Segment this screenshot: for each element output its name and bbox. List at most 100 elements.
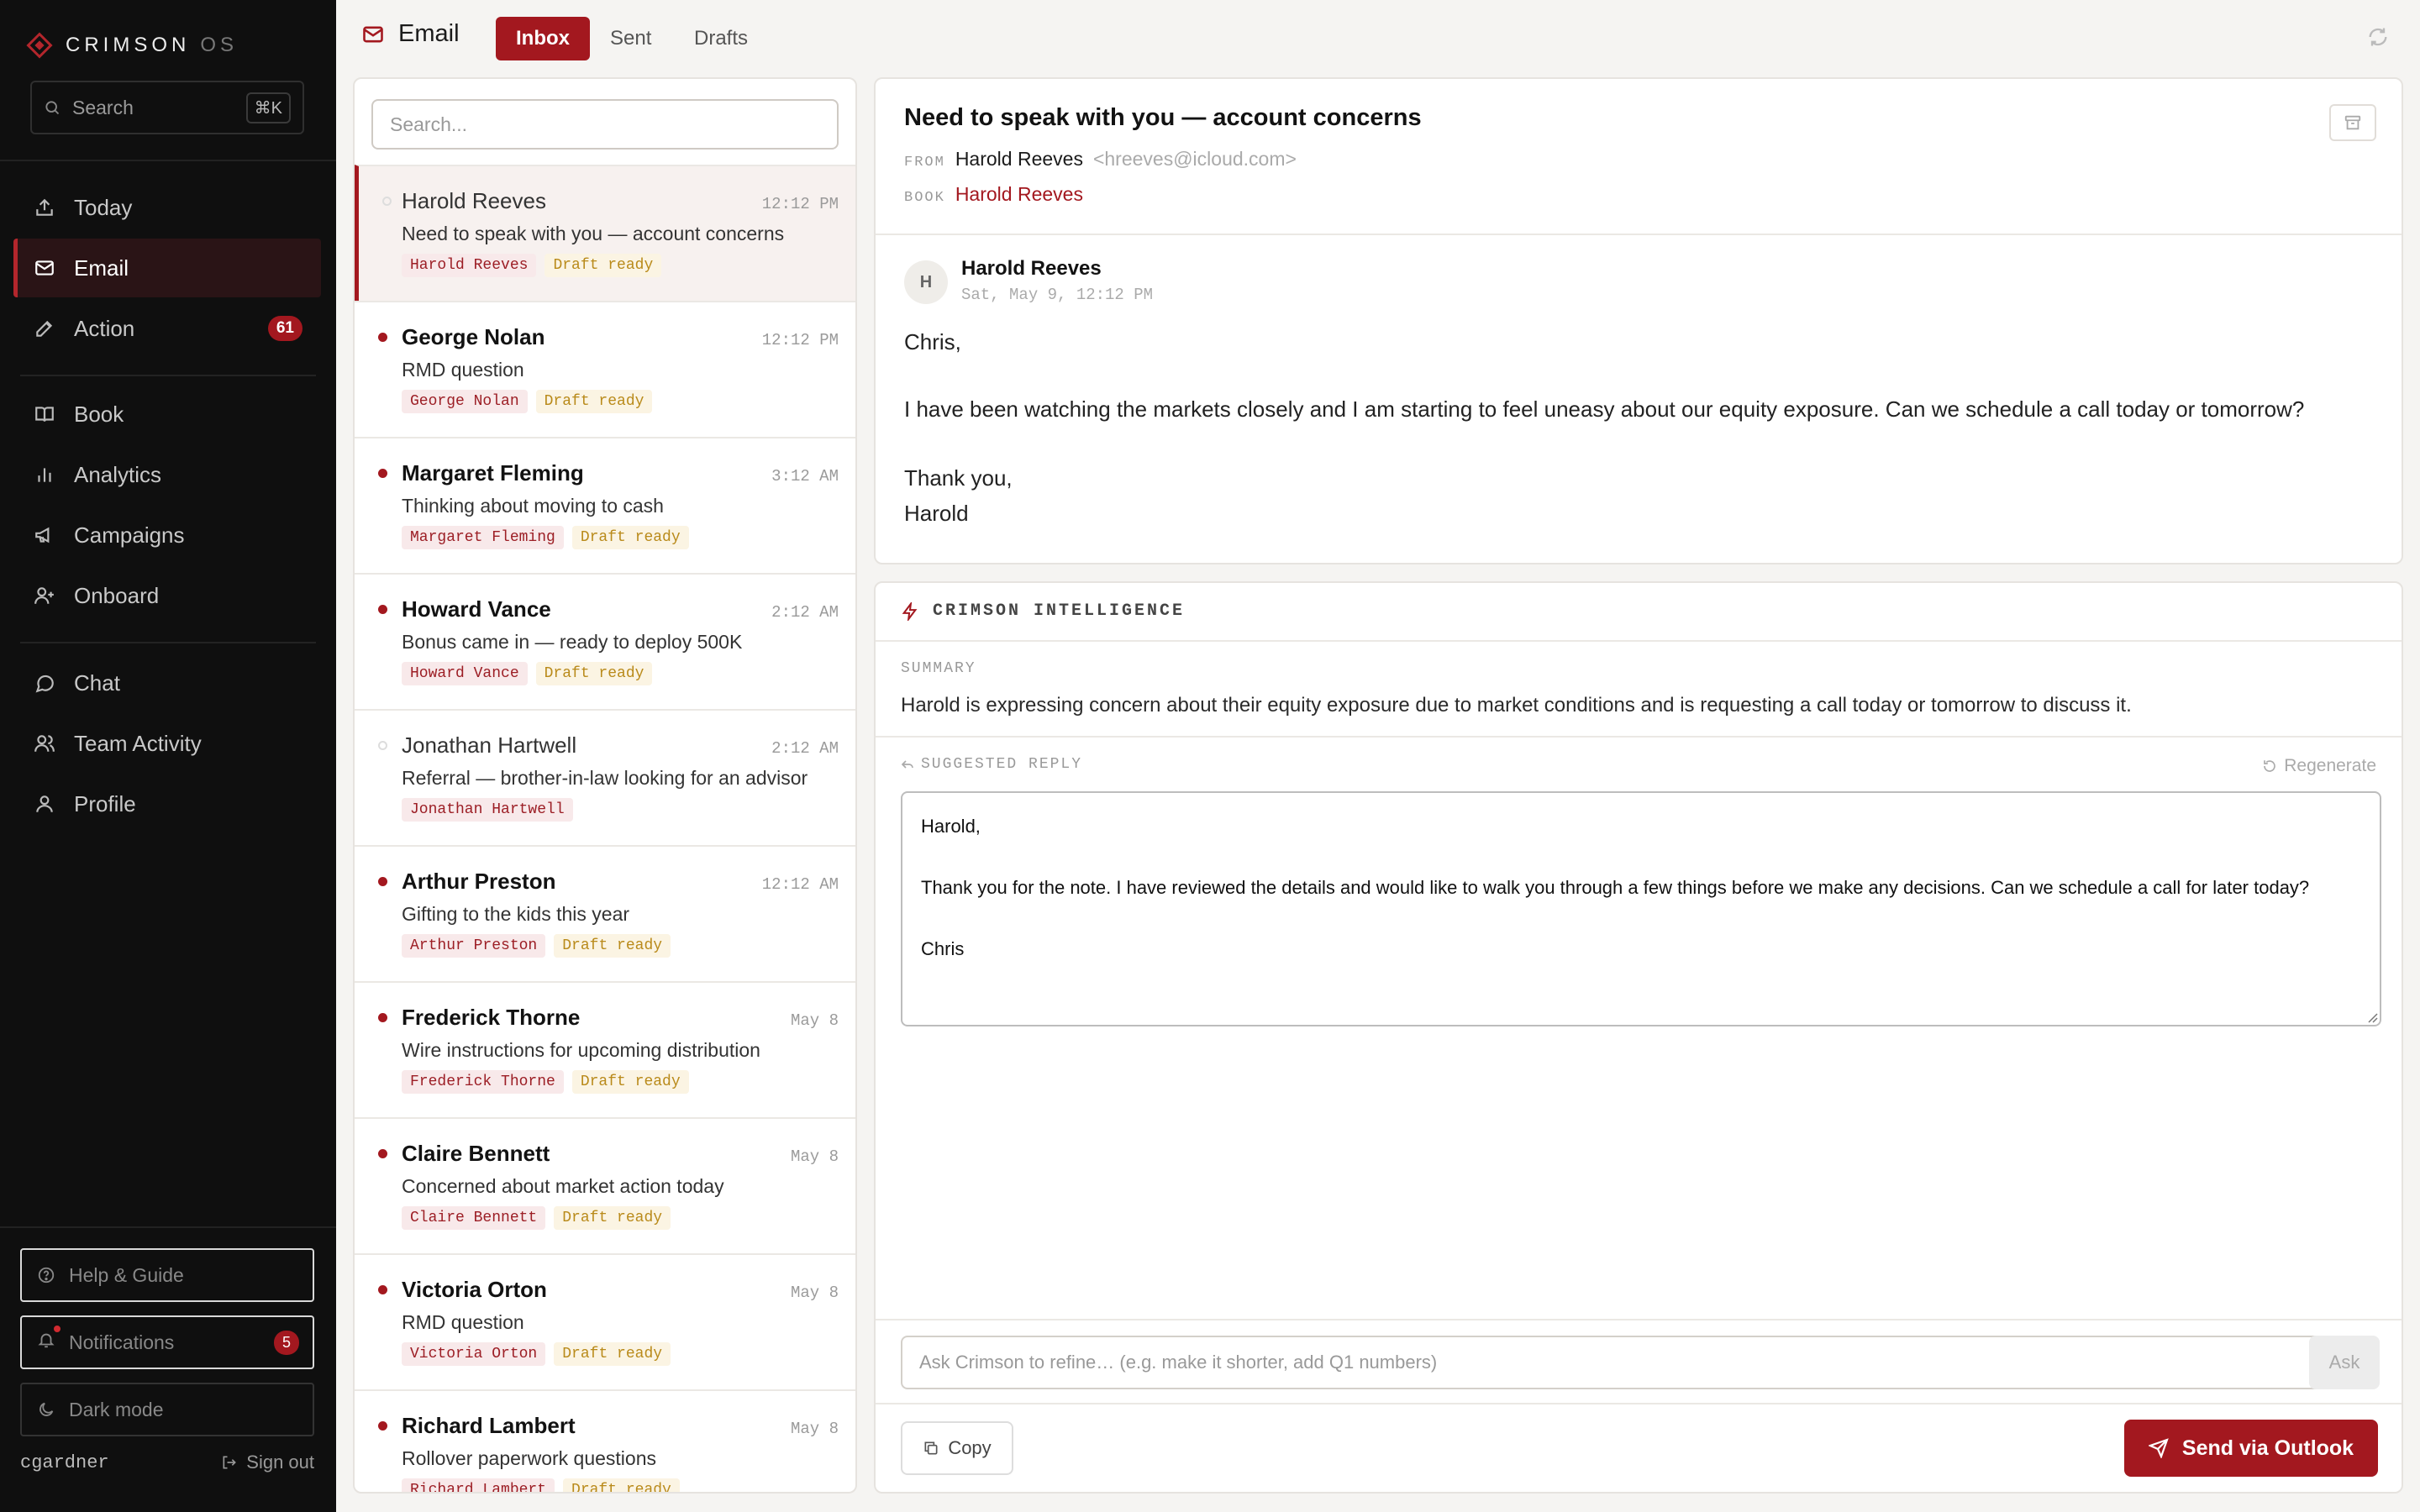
regenerate-button[interactable]: Regenerate — [2262, 756, 2376, 776]
pencil-icon — [36, 320, 53, 337]
tab-sent[interactable]: Sent — [590, 17, 671, 60]
email-sender: Harold Reeves — [402, 188, 546, 213]
username: cgardner — [20, 1452, 109, 1473]
from-label: FROM — [904, 155, 945, 171]
sidebar-item-book[interactable]: Book — [13, 385, 321, 444]
email-list-item[interactable]: Arthur Preston 12:12 AM Gifting to the kid… — [355, 845, 855, 981]
help-guide-label: Help & Guide — [69, 1263, 184, 1286]
sidebar-search[interactable]: Search ⌘K — [30, 81, 304, 134]
send-via-outlook-button[interactable]: Send via Outlook — [2124, 1420, 2378, 1477]
megaphone-icon — [35, 527, 50, 543]
page-title: Email — [361, 20, 460, 48]
client-tag: Victoria Orton — [402, 1342, 546, 1366]
sidebar-item-today[interactable]: Today — [13, 178, 321, 237]
sidebar-item-profile[interactable]: Profile — [13, 774, 321, 833]
divider — [20, 642, 316, 643]
email-tags: Claire Bennett Draft ready — [402, 1206, 839, 1230]
email-tags: Frederick Thorne Draft ready — [402, 1070, 839, 1094]
book-label: BOOK — [904, 190, 945, 206]
rotate-icon — [2264, 760, 2276, 772]
notifications-button[interactable]: Notifications 5 — [20, 1315, 314, 1369]
sidebar-item-label: Campaigns — [74, 522, 185, 548]
suggested-reply-textarea[interactable]: Harold, Thank you for the note. I have r… — [901, 791, 2381, 1026]
email-subject: RMD question — [402, 359, 524, 381]
sidebar-search-placeholder: Search — [72, 96, 134, 118]
client-tag: Richard Lambert — [402, 1478, 555, 1492]
ask-button[interactable]: Ask — [2309, 1336, 2380, 1389]
sidebar-item-team-activity[interactable]: Team Activity — [13, 714, 321, 773]
email-list-item[interactable]: Margaret Fleming 3:12 AM Thinking about mo… — [355, 437, 855, 573]
draft-ready-tag: Draft ready — [544, 254, 662, 277]
email-time: 2:12 AM — [771, 603, 839, 622]
tab-inbox[interactable]: Inbox — [496, 17, 590, 60]
book-client-link[interactable]: Harold Reeves — [955, 183, 1083, 206]
archive-button[interactable] — [2329, 104, 2376, 141]
draft-ready-tag: Draft ready — [554, 1342, 671, 1366]
unread-dot — [378, 1149, 387, 1158]
email-list-item[interactable]: Victoria Orton May 8 RMD question Victoria … — [355, 1253, 855, 1389]
email-tags: George Nolan Draft ready — [402, 390, 839, 413]
divider — [876, 640, 2402, 642]
top-bar: Email Inbox Sent Drafts — [336, 0, 2420, 76]
ask-crimson-input[interactable]: Ask Crimson to refine… (e.g. make it sho… — [901, 1336, 2333, 1389]
diamond-logo-icon — [26, 32, 53, 59]
mail-icon — [35, 260, 54, 276]
divider — [0, 1226, 336, 1228]
from-email: <hreeves@icloud.com> — [1092, 148, 1297, 170]
unread-dot — [378, 605, 387, 614]
sidebar-item-campaigns[interactable]: Campaigns — [13, 506, 321, 564]
bell-icon — [37, 1324, 62, 1354]
email-list-item[interactable]: Richard Lambert May 8 Rollover paperwork q… — [355, 1389, 855, 1492]
refresh-icon[interactable] — [2366, 25, 2390, 49]
email-subject: Referral — brother-in-law looking for an… — [402, 767, 808, 789]
summary-label: SUMMARY — [901, 660, 976, 677]
regenerate-label: Regenerate — [2284, 756, 2376, 775]
users-icon — [34, 735, 55, 752]
sidebar: CRIMSON OS Search ⌘K Today Email Action … — [0, 0, 336, 1512]
dark-mode-toggle[interactable]: Dark mode — [20, 1383, 314, 1436]
email-header-row: Victoria Orton May 8 — [402, 1277, 839, 1303]
from-row: FROM Harold Reeves <hreeves@icloud.com> — [904, 148, 1297, 171]
lightning-icon — [902, 601, 918, 621]
email-sender: Frederick Thorne — [402, 1005, 581, 1030]
email-subject: Rollover paperwork questions — [402, 1447, 656, 1469]
upload-tray-icon — [36, 198, 53, 216]
email-time: May 8 — [790, 1420, 839, 1438]
sidebar-item-label: Profile — [74, 790, 136, 816]
email-list-item[interactable]: Frederick Thorne May 8 Wire instructions f… — [355, 981, 855, 1117]
draft-ready-tag: Draft ready — [535, 662, 653, 685]
client-tag: George Nolan — [402, 390, 528, 413]
sidebar-item-chat[interactable]: Chat — [13, 654, 321, 712]
book-row: BOOK Harold Reeves — [904, 183, 1083, 206]
sign-out-button[interactable]: Sign out — [221, 1452, 314, 1473]
sidebar-item-onboard[interactable]: Onboard — [13, 566, 321, 625]
email-header-row: Arthur Preston 12:12 AM — [402, 869, 839, 895]
copy-button[interactable]: Copy — [901, 1421, 1013, 1475]
sidebar-item-action[interactable]: Action 61 — [13, 299, 321, 358]
email-list-item[interactable]: Claire Bennett May 8 Concerned about marke… — [355, 1117, 855, 1253]
email-header-row: Jonathan Hartwell 2:12 AM — [402, 732, 839, 759]
sender-name: Harold Reeves — [961, 257, 1102, 280]
divider — [20, 375, 316, 376]
brand-name: CRIMSON — [66, 34, 191, 56]
email-header-row: Harold Reeves 12:12 PM — [402, 188, 839, 214]
help-guide-button[interactable]: Help & Guide — [20, 1248, 314, 1302]
sidebar-item-analytics[interactable]: Analytics — [13, 445, 321, 504]
unread-dot — [378, 877, 387, 886]
email-list-item[interactable]: George Nolan 12:12 PM RMD question George N… — [355, 301, 855, 437]
brand-logo[interactable]: CRIMSON OS — [26, 32, 238, 59]
email-sender: Margaret Fleming — [402, 460, 584, 486]
email-list: Search... Harold Reeves 12:12 PM Need to s… — [353, 77, 857, 1494]
sidebar-item-email[interactable]: Email — [13, 239, 321, 297]
resize-handle-icon[interactable] — [2365, 1010, 2378, 1023]
email-search-input[interactable]: Search... — [371, 99, 839, 150]
email-list-item[interactable]: Howard Vance 2:12 AM Bonus came in — ready… — [355, 573, 855, 709]
tab-drafts[interactable]: Drafts — [674, 17, 768, 60]
message-closing: Thank you, — [904, 465, 1013, 491]
sidebar-item-label: Book — [74, 401, 124, 427]
email-list-item[interactable]: Jonathan Hartwell 2:12 AM Referral — broth… — [355, 709, 855, 845]
email-time: May 8 — [790, 1147, 839, 1166]
search-shortcut: ⌘K — [245, 92, 291, 123]
from-name: Harold Reeves — [955, 148, 1083, 170]
email-list-item[interactable]: Harold Reeves 12:12 PM Need to speak with … — [355, 165, 855, 301]
